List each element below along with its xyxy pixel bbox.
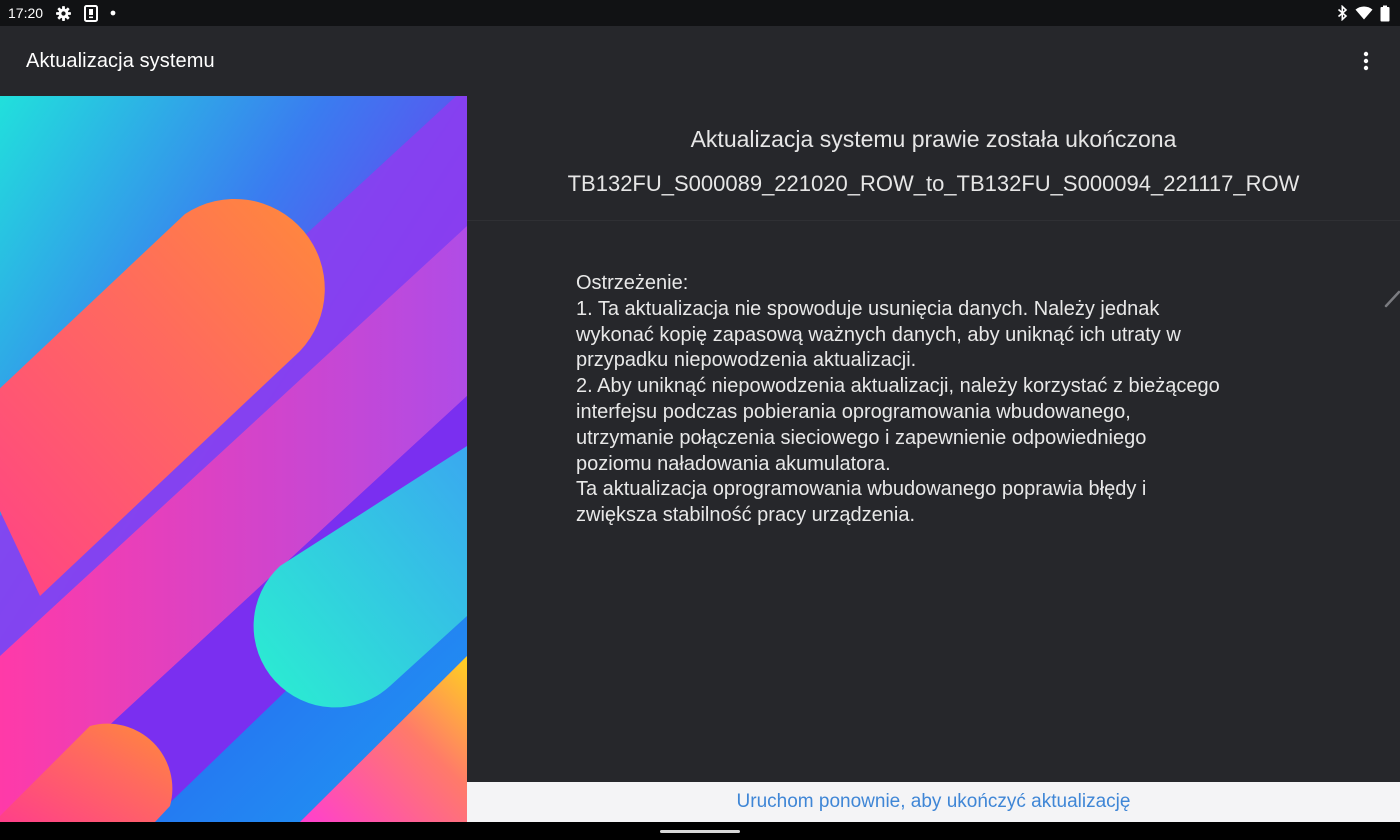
overflow-menu-button[interactable] <box>1350 45 1382 77</box>
description-line: 1. Ta aktualizacja nie spowoduje usunięc… <box>576 297 1160 320</box>
notification-dot-icon <box>110 10 116 16</box>
update-description: Ostrzeżenie: 1. Ta aktualizacja nie spow… <box>576 271 1316 529</box>
update-illustration <box>0 96 467 822</box>
warning-heading: Ostrzeżenie: <box>576 272 689 294</box>
status-time: 17:20 <box>8 5 44 21</box>
navigation-bar <box>0 822 1400 840</box>
restart-to-finish-button[interactable]: Uruchom ponownie, aby ukończyć aktualiza… <box>467 782 1400 822</box>
update-content-panel: Aktualizacja systemu prawie została ukoń… <box>467 96 1400 782</box>
description-line: Ta aktualizacja oprogramowania wbudowane… <box>576 478 1147 501</box>
update-version: TB132FU_S000089_221020_ROW_to_TB132FU_S0… <box>567 171 1300 196</box>
description-line: 2. Aby uniknąć niepowodzenia aktualizacj… <box>576 375 1220 398</box>
app-bar: Aktualizacja systemu <box>0 26 1400 96</box>
edge-scroll-indicator <box>1384 286 1400 310</box>
description-line: wykonać kopię zapasową ważnych danych, a… <box>576 323 1181 346</box>
update-header: Aktualizacja systemu prawie została ukoń… <box>467 96 1400 221</box>
wifi-icon <box>1355 6 1373 20</box>
description-line: interfejsu podczas pobierania oprogramow… <box>576 400 1131 423</box>
home-gesture-handle[interactable] <box>660 830 740 833</box>
battery-icon <box>1380 5 1390 22</box>
bluetooth-icon <box>1337 5 1348 21</box>
description-line: przypadku niepowodzenia aktualizacji. <box>576 349 917 372</box>
update-title: Aktualizacja systemu prawie została ukoń… <box>690 126 1177 152</box>
description-line: zwiększa stabilność pracy urządzenia. <box>576 504 916 527</box>
description-line: utrzymanie połączenia sieciowego i zapew… <box>576 426 1147 449</box>
description-line: poziomu naładowania akumulatora. <box>576 452 891 475</box>
status-bar: 17:20 <box>0 0 1400 26</box>
more-vert-icon <box>1363 51 1369 71</box>
status-right <box>1337 5 1390 22</box>
screenshot-icon <box>84 4 99 22</box>
app-title: Aktualizacja systemu <box>26 49 215 72</box>
settings-icon <box>55 5 72 22</box>
status-left: 17:20 <box>8 4 116 22</box>
